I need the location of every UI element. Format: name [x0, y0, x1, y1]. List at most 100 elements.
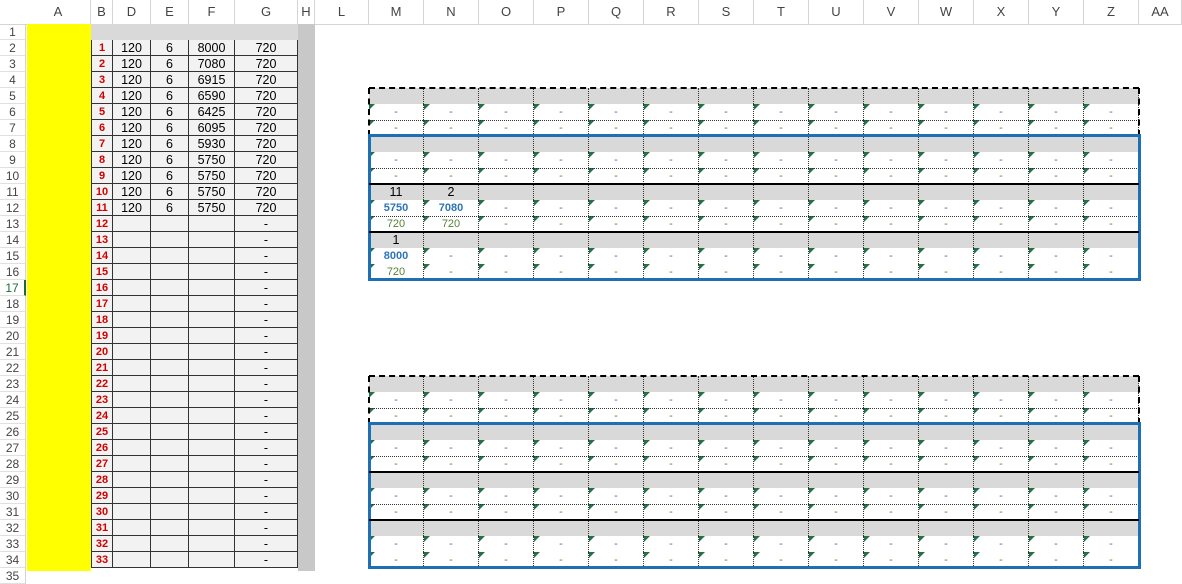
cell-e[interactable]: 6	[151, 56, 189, 72]
grid-cell[interactable]	[1029, 376, 1084, 392]
cell-e[interactable]: 6	[151, 72, 189, 88]
row-header-9[interactable]: 9	[0, 152, 26, 168]
cell-f[interactable]	[189, 264, 235, 280]
grid-cell[interactable]: -	[479, 104, 534, 120]
cell-idx[interactable]: 20	[91, 344, 113, 360]
row-header-16[interactable]: 16	[0, 264, 26, 280]
cell-idx[interactable]: 13	[91, 232, 113, 248]
cell-d[interactable]	[113, 376, 151, 392]
cell-d[interactable]	[113, 312, 151, 328]
cell-g[interactable]: -	[235, 376, 298, 392]
cell-e[interactable]: 6	[151, 40, 189, 56]
grid-cell[interactable]: -	[369, 392, 424, 408]
row-header-8[interactable]: 8	[0, 136, 26, 152]
grid-cell[interactable]: -	[699, 392, 754, 408]
cell-e[interactable]	[151, 216, 189, 232]
column-header-r[interactable]: R	[644, 0, 699, 24]
cell-f[interactable]	[189, 280, 235, 296]
grid-cell[interactable]	[699, 88, 754, 104]
cell-e[interactable]	[151, 504, 189, 520]
cell-idx[interactable]: 25	[91, 424, 113, 440]
row-header-3[interactable]: 3	[0, 56, 26, 72]
row-header-18[interactable]: 18	[0, 296, 26, 312]
grid-cell[interactable]: -	[919, 392, 974, 408]
cell-g[interactable]: -	[235, 248, 298, 264]
cell-e[interactable]	[151, 440, 189, 456]
cell-e[interactable]	[151, 296, 189, 312]
row-header-32[interactable]: 32	[0, 520, 26, 536]
cell-idx[interactable]: 11	[91, 200, 113, 216]
cell-e[interactable]	[151, 408, 189, 424]
grid-cell[interactable]	[809, 88, 864, 104]
cell-idx[interactable]: 28	[91, 472, 113, 488]
cell-d[interactable]: 120	[113, 104, 151, 120]
cell-idx[interactable]: 30	[91, 504, 113, 520]
cell-idx[interactable]: 6	[91, 120, 113, 136]
grid-cell[interactable]	[479, 88, 534, 104]
cell-g[interactable]: -	[235, 520, 298, 536]
row-header-22[interactable]: 22	[0, 360, 26, 376]
grid-cell[interactable]	[644, 88, 699, 104]
column-header-v[interactable]: V	[864, 0, 919, 24]
cell-e[interactable]	[151, 280, 189, 296]
column-header-f[interactable]: F	[189, 0, 235, 24]
cell-e[interactable]: 6	[151, 184, 189, 200]
cell-g[interactable]: -	[235, 456, 298, 472]
cell-idx[interactable]: 26	[91, 440, 113, 456]
grid-cell[interactable]	[1029, 88, 1084, 104]
column-header-z[interactable]: Z	[1084, 0, 1139, 24]
cell-d[interactable]	[113, 392, 151, 408]
column-header-u[interactable]: U	[809, 0, 864, 24]
grid-cell[interactable]: -	[424, 392, 479, 408]
row-header-7[interactable]: 7	[0, 120, 26, 136]
grid-cell[interactable]: -	[809, 392, 864, 408]
cell-d[interactable]	[113, 552, 151, 568]
row-header-33[interactable]: 33	[0, 536, 26, 552]
cell-f[interactable]	[189, 520, 235, 536]
row-header-21[interactable]: 21	[0, 344, 26, 360]
cell-e[interactable]: 6	[151, 120, 189, 136]
column-header-w[interactable]: W	[919, 0, 974, 24]
cell-f[interactable]	[189, 312, 235, 328]
cell-idx[interactable]: 21	[91, 360, 113, 376]
cell-e[interactable]	[151, 248, 189, 264]
cell-d[interactable]	[113, 264, 151, 280]
grid-cell[interactable]: -	[589, 392, 644, 408]
cell-f[interactable]	[189, 488, 235, 504]
grid-cell[interactable]: -	[534, 104, 589, 120]
cell-e[interactable]	[151, 376, 189, 392]
cell-g[interactable]: -	[235, 344, 298, 360]
cell-f[interactable]	[189, 232, 235, 248]
cell-d[interactable]	[113, 440, 151, 456]
grid-cell[interactable]	[1084, 88, 1139, 104]
grid-cell[interactable]	[754, 88, 809, 104]
cell-g[interactable]: -	[235, 296, 298, 312]
row-header-14[interactable]: 14	[0, 232, 26, 248]
column-header-l[interactable]: L	[315, 0, 369, 24]
grid-cell[interactable]: -	[754, 392, 809, 408]
cell-d[interactable]: 120	[113, 200, 151, 216]
grid-cell[interactable]: -	[809, 104, 864, 120]
cell-d[interactable]: 120	[113, 168, 151, 184]
cell-d[interactable]	[113, 504, 151, 520]
grid-cell[interactable]	[919, 376, 974, 392]
cell-f[interactable]	[189, 376, 235, 392]
cell-d[interactable]	[113, 280, 151, 296]
cell-g[interactable]: -	[235, 472, 298, 488]
cell-g[interactable]: 720	[235, 56, 298, 72]
column-header-x[interactable]: X	[974, 0, 1029, 24]
column-header-b[interactable]: B	[91, 0, 113, 24]
cell-idx[interactable]: 31	[91, 520, 113, 536]
cell-d[interactable]	[113, 520, 151, 536]
grid-cell[interactable]	[864, 376, 919, 392]
cell-e[interactable]	[151, 328, 189, 344]
row-header-28[interactable]: 28	[0, 456, 26, 472]
cell-d[interactable]	[113, 408, 151, 424]
grid-cell[interactable]	[534, 88, 589, 104]
row-header-31[interactable]: 31	[0, 504, 26, 520]
cell-g[interactable]: 720	[235, 184, 298, 200]
row-header-1[interactable]: 1	[0, 24, 26, 40]
row-header-35[interactable]: 35	[0, 568, 26, 584]
cell-g[interactable]: -	[235, 264, 298, 280]
cell-e[interactable]	[151, 488, 189, 504]
